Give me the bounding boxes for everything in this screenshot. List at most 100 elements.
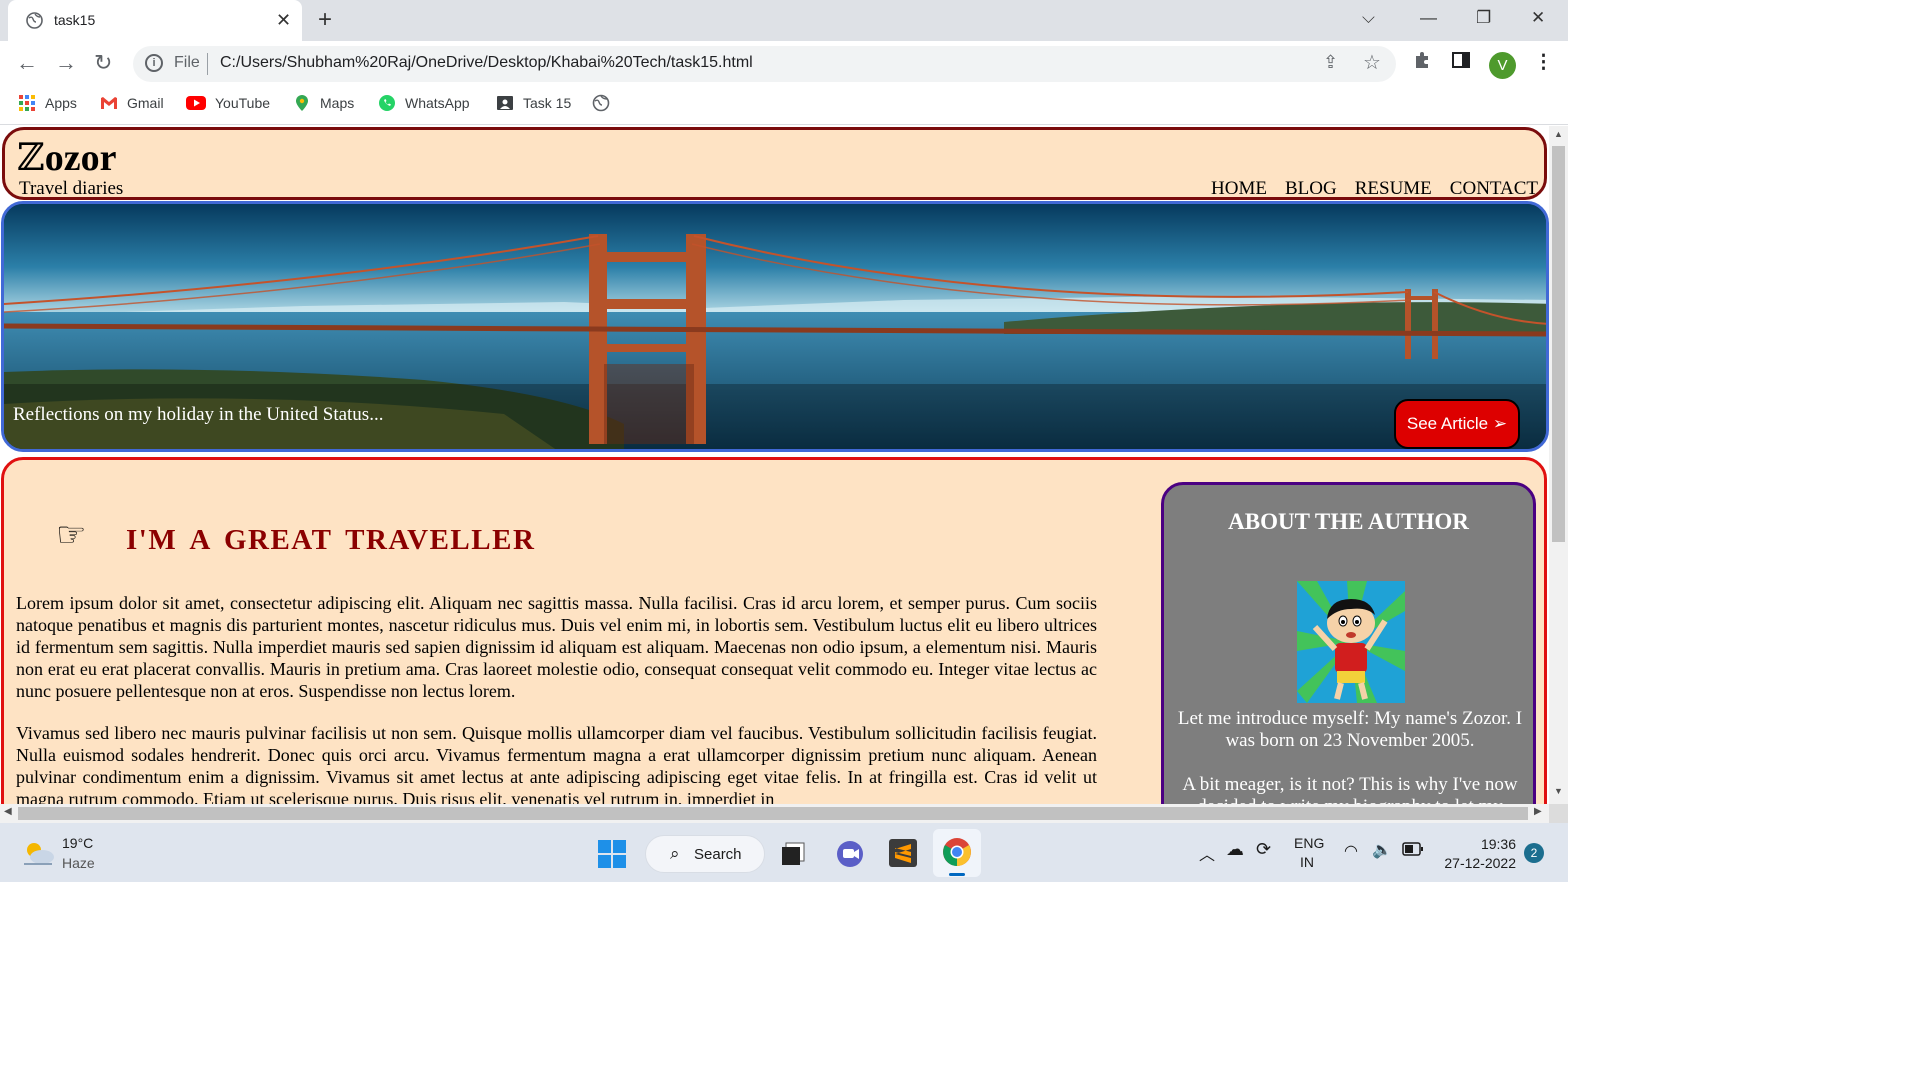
horizontal-scrollbar[interactable]: ◀ ▶ [0,804,1549,823]
close-tab-icon[interactable]: ✕ [276,10,291,31]
restore-button[interactable]: ❐ [1476,8,1491,28]
main-menu: HOME BLOG RESUME CONTACT [1211,178,1538,200]
back-arrow-icon[interactable]: ← [16,50,38,76]
teams-chat-icon[interactable] [835,839,865,869]
notification-badge[interactable]: 2 [1524,843,1544,863]
site-tagline: Travel diaries [19,178,124,199]
search-icon: ⌕ [670,844,680,863]
close-window-button[interactable]: ✕ [1531,8,1545,28]
globe-icon [26,12,43,34]
logo-initial: ℤ [17,135,45,179]
task-view-icon[interactable] [780,841,806,867]
battery-icon[interactable] [1402,842,1424,859]
bookmark-globe[interactable] [592,94,610,112]
tray-overflow-chevron-icon[interactable]: ︿ [1199,841,1215,865]
sublime-text-icon[interactable] [888,838,918,868]
extensions-icon[interactable] [1412,51,1432,77]
sync-icon[interactable]: ⟳ [1256,839,1271,860]
taskbar-search[interactable]: ⌕ Search [645,835,765,873]
bookmark-gmail[interactable]: Gmail [100,94,164,112]
scheme-label: File [174,54,200,71]
gmail-icon [101,97,117,109]
address-bar[interactable]: i File C:/Users/Shubham%20Raj/OneDrive/D… [133,46,1396,82]
forward-arrow-icon[interactable]: → [55,50,77,76]
menu-home-link[interactable]: HOME [1211,178,1267,200]
maps-pin-icon [296,95,308,111]
about-author-panel: ABOUT THE AUTHOR Let me introduce myself… [1161,482,1536,804]
search-label: Search [694,846,742,863]
minimize-button[interactable]: — [1420,8,1437,28]
about-more-text: A bit meager, is it not? This is why I'v… [1182,774,1518,804]
active-app-indicator [949,873,965,876]
windows-taskbar: 19°C Haze ⌕ Search ︿ ☁ ⟳ ENG IN ◠ 🔈 19:3… [0,823,1568,882]
browser-tab[interactable]: task15 ✕ [8,0,302,41]
scroll-right-arrow[interactable]: ▶ [1534,806,1542,817]
language-bottom[interactable]: IN [1300,854,1314,870]
weather-haze-icon[interactable] [22,839,56,867]
new-tab-button[interactable]: + [318,6,332,34]
menu-resume-link[interactable]: RESUME [1355,178,1432,200]
youtube-icon [186,96,206,110]
onedrive-cloud-icon[interactable]: ☁ [1226,839,1244,860]
system-clock[interactable]: 19:36 27-12-2022 [1442,835,1516,873]
profile-avatar[interactable]: V [1489,52,1516,79]
bookmark-label: Apps [45,95,77,111]
side-panel-icon[interactable] [1452,51,1470,75]
weather-condition: Haze [62,855,95,871]
share-icon[interactable]: ⇪ [1323,52,1338,73]
tab-search-icon[interactable]: ⌵ [1362,8,1375,28]
clock-date: 27-12-2022 [1444,855,1516,871]
bookmark-label: Gmail [127,95,164,111]
chrome-taskbar-item[interactable] [933,829,981,877]
site-header: ℤozor Travel diaries HOME BLOG RESUME CO… [2,127,1547,200]
more-menu-icon[interactable]: ⋮ [1534,51,1553,74]
address-separator [207,53,208,75]
tab-title: task15 [54,12,96,28]
scroll-up-arrow[interactable]: ▲ [1554,129,1563,139]
bookmark-star-icon[interactable]: ☆ [1363,50,1381,75]
about-intro-text: Let me introduce myself: My name's Zozor… [1177,708,1523,751]
language-top[interactable]: ENG [1294,835,1324,851]
scroll-thumb[interactable] [18,807,1528,820]
logo-text: ozor [44,137,117,179]
globe-icon [592,94,610,112]
scroll-thumb[interactable] [1552,146,1565,542]
task-page-icon [497,96,513,110]
see-article-button[interactable]: See Article ➢ [1394,399,1520,449]
weather-temperature: 19°C [62,835,94,851]
wifi-icon[interactable]: ◠ [1344,841,1358,861]
bookmark-task15[interactable]: Task 15 [496,94,571,112]
menu-blog-link[interactable]: BLOG [1285,178,1337,200]
author-avatar [1297,581,1405,703]
menu-contact-link[interactable]: CONTACT [1450,178,1538,200]
site-info-icon[interactable]: i [145,54,163,72]
bookmark-apps[interactable]: Apps [18,94,77,112]
clock-time: 19:36 [1480,836,1516,852]
scroll-left-arrow[interactable]: ◀ [4,806,12,817]
scrollbar-corner [1549,804,1568,823]
browser-toolbar: ← → ↻ i File C:/Users/Shubham%20Raj/OneD… [0,41,1568,87]
vertical-scrollbar[interactable]: ▲ ▼ [1549,126,1568,804]
about-title: ABOUT THE AUTHOR [1228,509,1469,534]
bookmark-label: Task 15 [523,95,572,111]
bookmark-label: YouTube [215,95,271,111]
windows-start-icon[interactable] [597,839,627,869]
bookmarks-bar: Apps Gmail YouTube Maps WhatsApp Task 15 [0,87,1568,125]
url-text[interactable]: C:/Users/Shubham%20Raj/OneDrive/Desktop/… [220,54,753,72]
bookmark-label: WhatsApp [405,95,470,111]
article-heading: I'M A GREAT TRAVELLER [126,524,536,556]
article-paragraph: Lorem ipsum dolor sit amet, consectetur … [16,593,1097,701]
pointing-hand-icon: ☞ [56,517,87,554]
bookmark-whatsapp[interactable]: WhatsApp [378,94,470,112]
apps-grid-icon [19,95,35,111]
reload-icon[interactable]: ↻ [94,50,112,76]
hero-banner: Reflections on my holiday in the United … [1,201,1549,452]
bookmark-maps[interactable]: Maps [293,94,354,112]
scroll-down-arrow[interactable]: ▼ [1554,786,1563,796]
bookmark-label: Maps [320,95,355,111]
site-logo[interactable]: ℤozor [17,135,116,180]
whatsapp-icon [379,95,395,111]
bookmark-youtube[interactable]: YouTube [186,94,270,112]
volume-icon[interactable]: 🔈 [1372,840,1392,860]
article-paragraph: Vivamus sed libero nec mauris pulvinar f… [16,723,1097,804]
